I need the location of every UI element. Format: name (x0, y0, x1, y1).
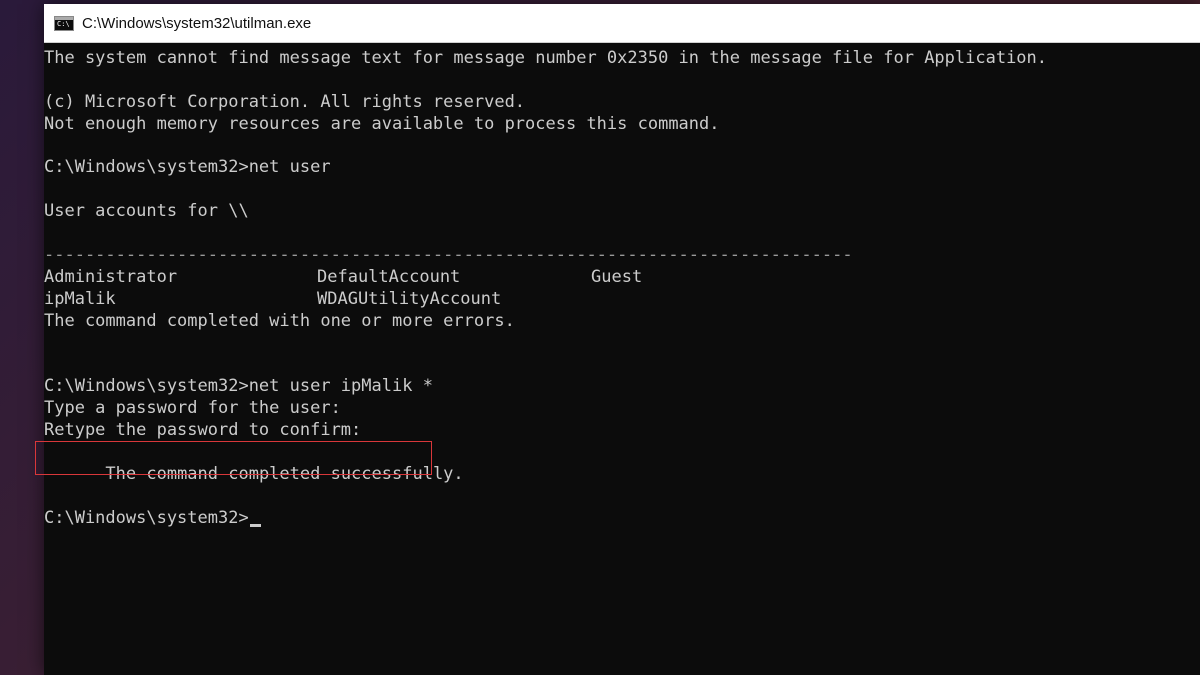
title-bar[interactable]: C:\ C:\Windows\system32\utilman.exe (44, 4, 1200, 43)
console-line-password-prompt: Type a password for the user: (44, 398, 341, 419)
console-line-password-confirm: Retype the password to confirm: (44, 420, 362, 441)
window-title: C:\Windows\system32\utilman.exe (82, 14, 312, 32)
console-line-accounts-header: User accounts for \\ (44, 201, 249, 222)
console-line-status-errors: The command completed with one or more e… (44, 310, 515, 331)
console-line-prompt-net-user-ipmalik: C:\Windows\system32>net user ipMalik * (44, 376, 433, 397)
account-name: DefaultAccount (317, 266, 461, 287)
console-line-current-prompt[interactable]: C:\Windows\system32> (44, 508, 1200, 530)
console-icon: C:\ (54, 15, 74, 31)
console-line-memory-error: Not enough memory resources are availabl… (44, 113, 720, 134)
text-cursor (249, 523, 261, 527)
account-name: ipMalik (44, 288, 116, 309)
console-icon-label: C:\ (57, 19, 70, 28)
account-row: Administrator DefaultAccount Guest (44, 267, 1200, 289)
console-window[interactable]: C:\ C:\Windows\system32\utilman.exe The … (35, 4, 1200, 675)
console-line-prompt-net-user: C:\Windows\system32>net user (44, 157, 331, 178)
console-line-separator: ----------------------------------------… (44, 245, 853, 266)
console-line-message-error: The system cannot find message text for … (44, 48, 1048, 68)
current-prompt-text: C:\Windows\system32> (44, 507, 249, 528)
console-line-success: The command completed successfully. (35, 441, 1200, 484)
account-name: Administrator (44, 266, 178, 287)
account-name: Guest (591, 266, 643, 287)
console-line-copyright: (c) Microsoft Corporation. All rights re… (44, 91, 526, 112)
account-row: ipMalik WDAGUtilityAccount (44, 289, 1200, 311)
console-output[interactable]: The system cannot find message text for … (35, 43, 1200, 675)
account-name: WDAGUtilityAccount (317, 288, 502, 309)
